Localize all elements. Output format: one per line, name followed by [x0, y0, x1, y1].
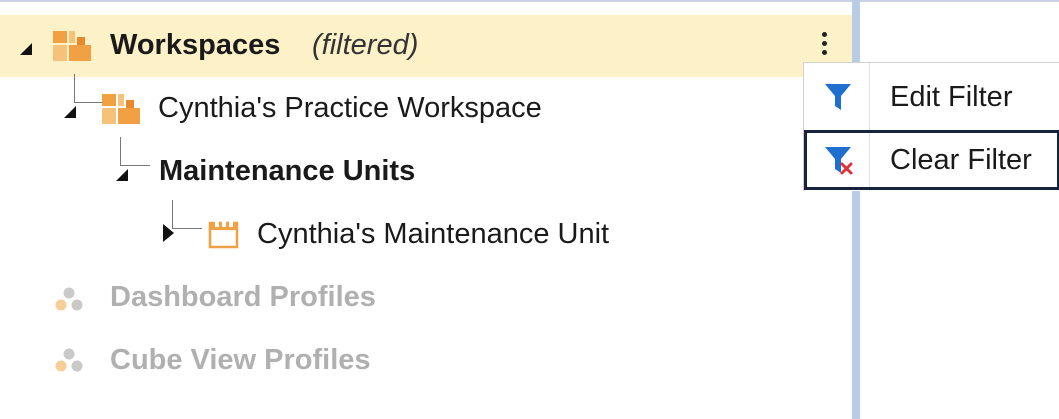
- practice-workspace-label: Cynthia's Practice Workspace: [158, 92, 542, 124]
- expand-maintenance-unit-arrow[interactable]: [163, 224, 174, 242]
- maintenance-unit-icon: [208, 221, 239, 249]
- clear-filter-icon: [825, 147, 853, 175]
- workspace-tree: Workspaces (filtered) Cynthia's Practice…: [0, 2, 852, 419]
- collapse-workspaces-arrow[interactable]: [20, 43, 32, 55]
- filter-icon: [825, 84, 851, 110]
- dashboard-profiles-label: Dashboard Profiles: [110, 281, 376, 313]
- maintenance-unit-label: Cynthia's Maintenance Unit: [257, 218, 610, 250]
- tree-node-practice-workspace[interactable]: Cynthia's Practice Workspace: [0, 78, 852, 140]
- collapse-maintenance-units-arrow[interactable]: [116, 169, 128, 181]
- tree-node-maintenance-units[interactable]: Maintenance Units: [0, 141, 852, 203]
- clear-filter-label: Clear Filter: [890, 144, 1032, 176]
- clear-filter-menu-item[interactable]: Clear Filter: [804, 130, 1059, 190]
- profile-group-icon: [55, 287, 83, 311]
- filter-context-menu: Edit Filter Clear Filter: [803, 62, 1059, 191]
- filtered-indicator: (filtered): [312, 29, 419, 61]
- workspace-icon: [53, 31, 91, 61]
- workspace-icon: [102, 94, 140, 124]
- workspaces-label: Workspaces: [110, 29, 281, 61]
- tree-node-workspaces[interactable]: Workspaces (filtered): [0, 15, 852, 77]
- tree-node-maintenance-unit[interactable]: Cynthia's Maintenance Unit: [0, 204, 852, 266]
- edit-filter-label: Edit Filter: [890, 81, 1013, 113]
- profile-group-icon: [55, 348, 83, 372]
- tree-node-dashboard-profiles[interactable]: Dashboard Profiles: [0, 267, 852, 329]
- edit-filter-menu-item[interactable]: Edit Filter: [804, 67, 1059, 127]
- tree-node-cube-view-profiles[interactable]: Cube View Profiles: [0, 330, 852, 392]
- more-options-icon[interactable]: [822, 32, 828, 59]
- collapse-practice-workspace-arrow[interactable]: [64, 106, 76, 118]
- cube-view-profiles-label: Cube View Profiles: [110, 344, 371, 376]
- maintenance-units-label: Maintenance Units: [159, 155, 416, 187]
